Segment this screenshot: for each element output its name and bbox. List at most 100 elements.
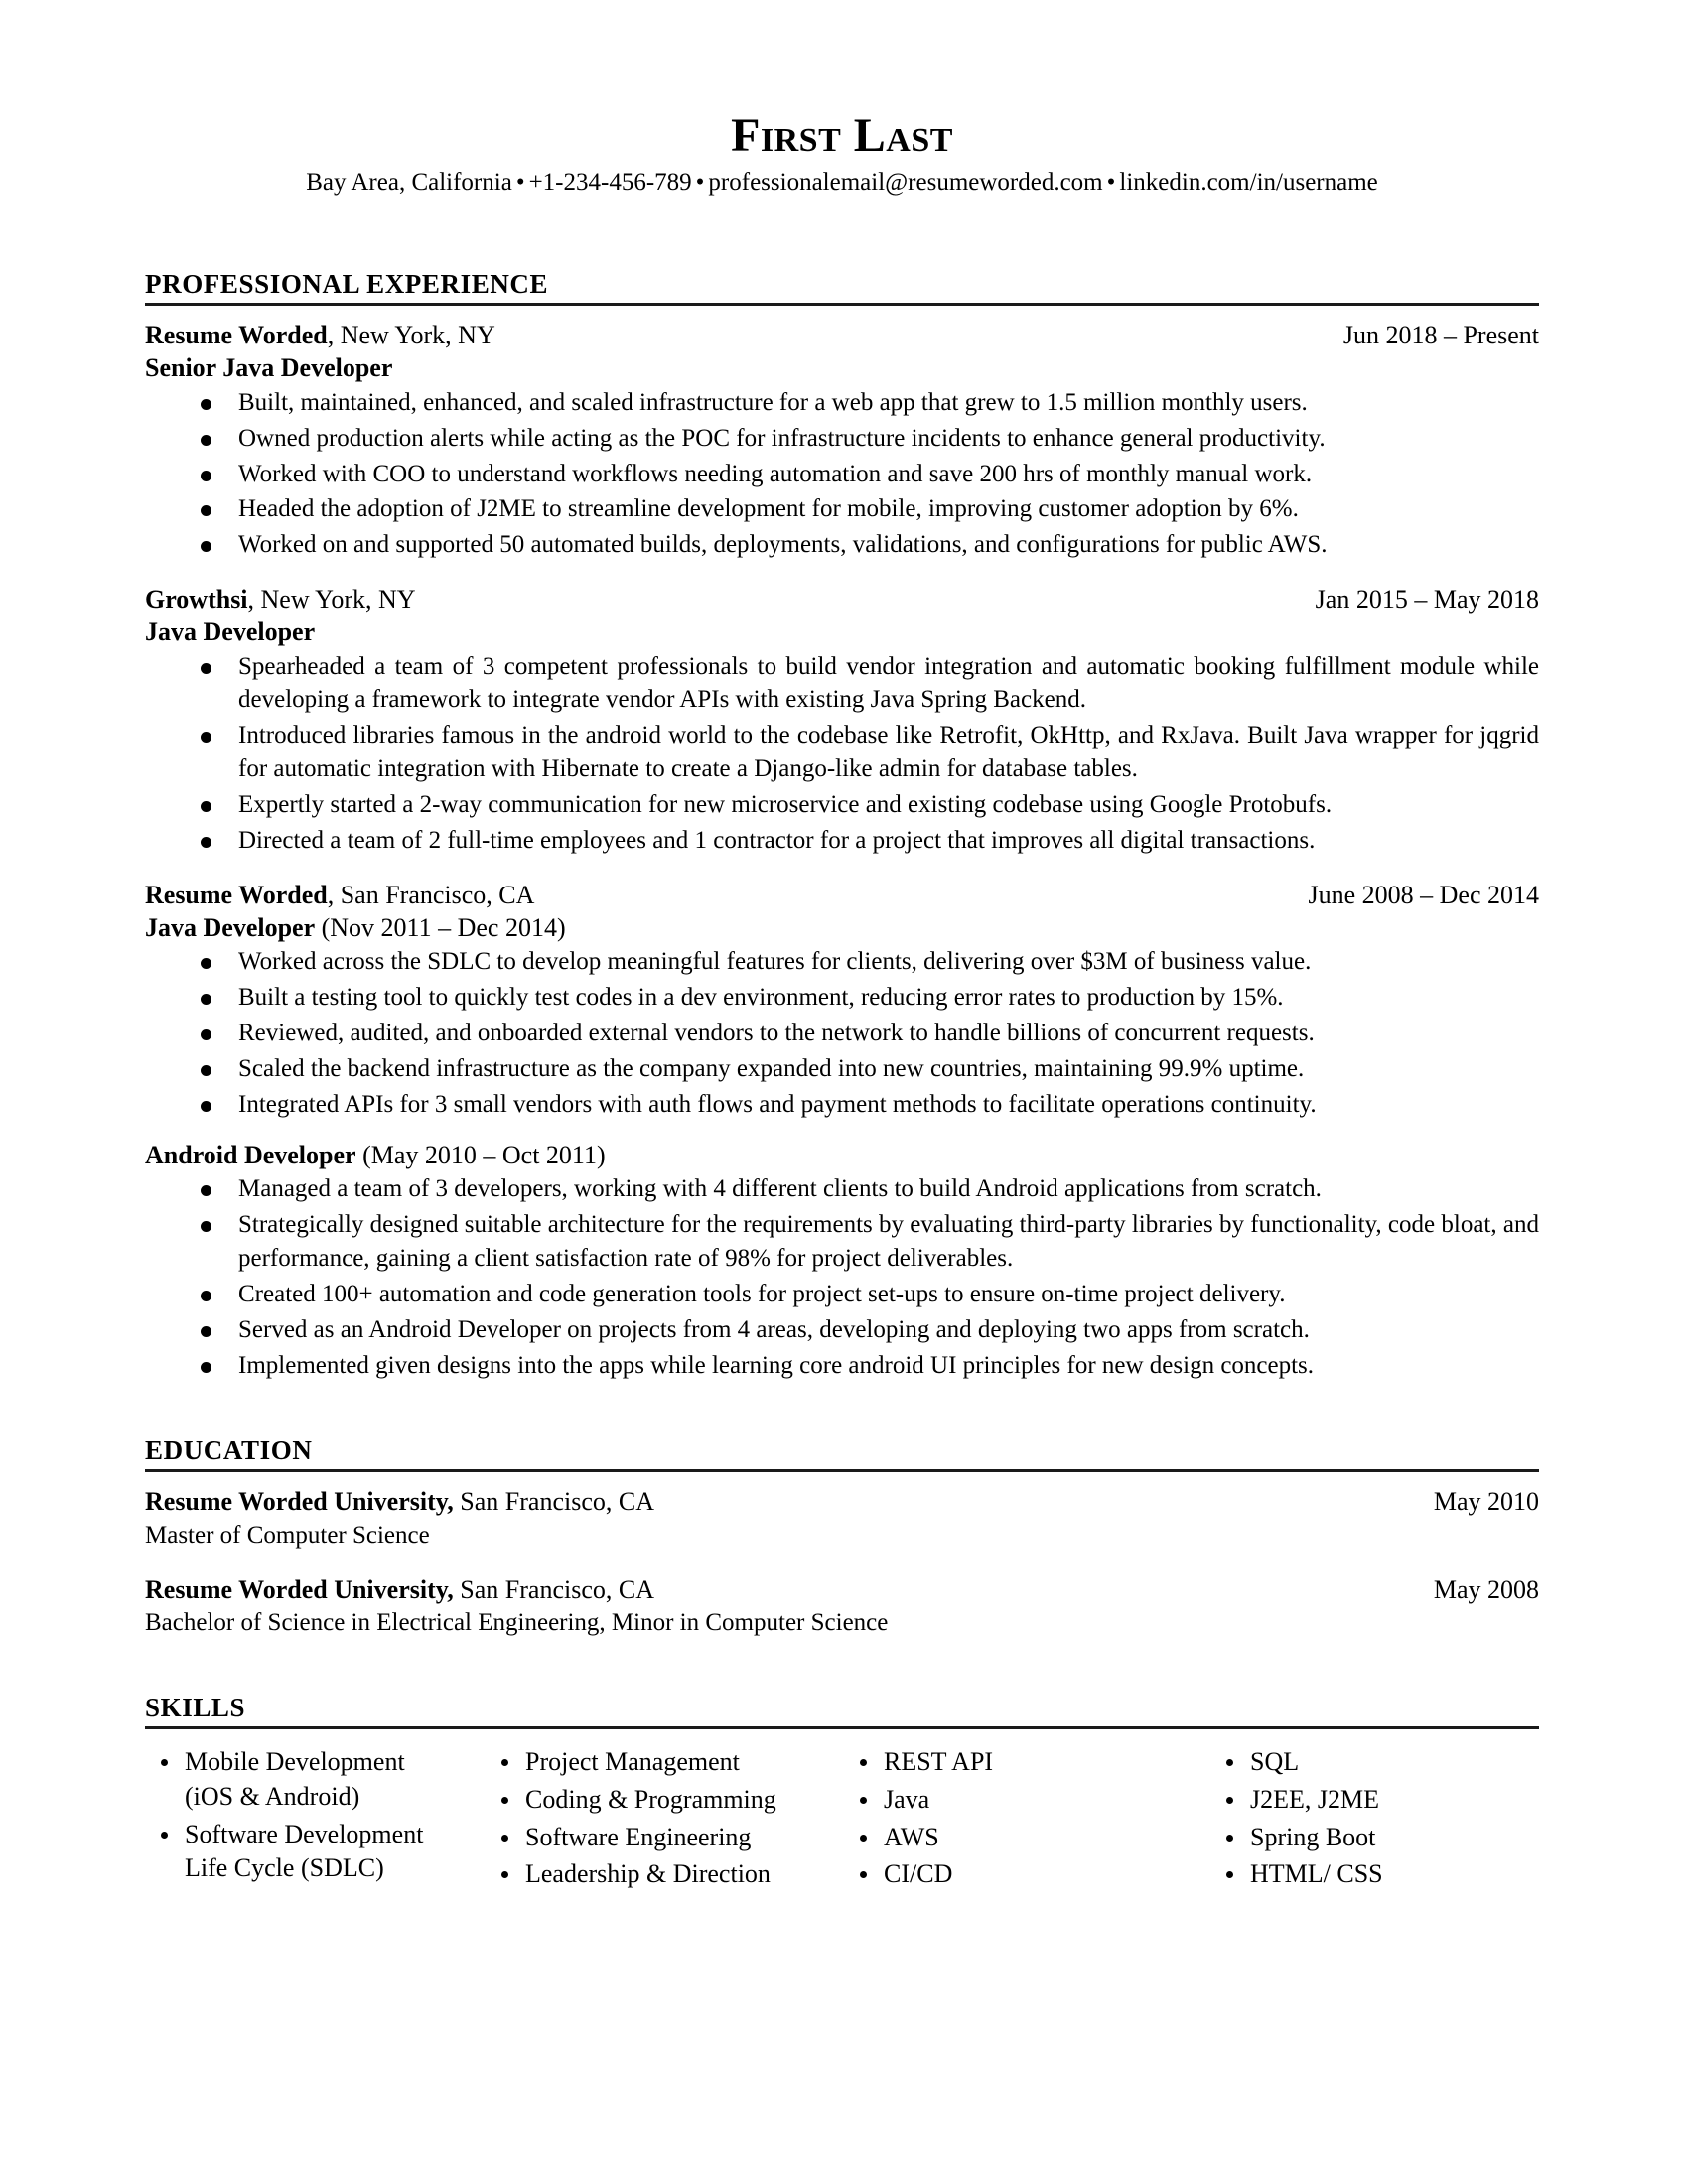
- section-title-experience: PROFESSIONAL EXPERIENCE: [145, 268, 549, 299]
- education-school: Resume Worded University,: [145, 1574, 454, 1604]
- skill-item: Spring Boot: [1224, 1821, 1529, 1855]
- experience-entry: Growthsi, New York, NY Jan 2015 – May 20…: [145, 584, 1539, 858]
- education-degree: Bachelor of Science in Electrical Engine…: [145, 1609, 889, 1637]
- contact-phone[interactable]: +1-234-456-789: [529, 169, 692, 196]
- experience-company: Resume Worded: [145, 321, 328, 350]
- skill-item: Mobile Development (iOS & Android): [159, 1745, 484, 1814]
- experience-org-line: Resume Worded, New York, NY: [145, 320, 495, 351]
- skills-list: SQL J2EE, J2ME Spring Boot HTML/ CSS: [1224, 1745, 1529, 1891]
- experience-bullet: Scaled the backend infrastructure as the…: [145, 1052, 1539, 1086]
- experience-role-title: Android Developer (May 2010 – Oct 2011): [145, 1140, 1539, 1171]
- experience-entry-header: Resume Worded, San Francisco, CA June 20…: [145, 880, 1539, 911]
- section-skills: SKILLS Mobile Development (iOS & Android)…: [145, 1692, 1539, 1895]
- skill-label: Software Development: [185, 1819, 424, 1848]
- skill-item: HTML/ CSS: [1224, 1857, 1529, 1892]
- section-rule-education: [145, 1469, 1539, 1473]
- section-title-education: EDUCATION: [145, 1434, 313, 1465]
- contact-line: Bay Area, California • +1-234-456-789 • prof…: [145, 167, 1539, 198]
- resume-content: First Last Bay Area, California • +1-234-4…: [145, 0, 1539, 1895]
- education-degree: Master of Computer Science: [145, 1522, 430, 1550]
- skill-label-continuation: Life Cycle (SDLC): [185, 1853, 384, 1883]
- experience-role-name: Java Developer: [145, 912, 316, 942]
- experience-company: Resume Worded: [145, 880, 328, 909]
- education-entry: Resume Worded University, San Francisco,…: [145, 1486, 1539, 1552]
- experience-bullet: Served as an Android Developer on projec…: [145, 1313, 1539, 1347]
- education-school: Resume Worded University,: [145, 1487, 454, 1517]
- education-entry: Resume Worded University, San Francisco,…: [145, 1574, 1539, 1640]
- skills-list: REST API Java AWS CI/CD: [858, 1745, 1181, 1891]
- experience-bullet-list: Worked across the SDLC to develop meanin…: [145, 945, 1539, 1121]
- contact-separator-1: •: [515, 169, 525, 197]
- contact-linkedin[interactable]: linkedin.com/in/username: [1119, 169, 1377, 196]
- skills-list: Project Management Coding & Programming …: [499, 1745, 832, 1891]
- experience-entry-header: Growthsi, New York, NY Jan 2015 – May 20…: [145, 584, 1539, 615]
- experience-date: June 2008 – Dec 2014: [1308, 880, 1539, 909]
- skill-label-continuation: (iOS & Android): [185, 1782, 360, 1811]
- experience-role-name: Java Developer: [145, 616, 316, 646]
- skill-item: Software Development Life Cycle (SDLC): [159, 1818, 484, 1886]
- section-education: EDUCATION Resume Worded University, San …: [145, 1434, 1539, 1640]
- experience-bullet: Worked across the SDLC to develop meanin…: [145, 945, 1539, 979]
- contact-email[interactable]: professionalemail@resumeworded.com: [708, 169, 1102, 196]
- skill-item: Java: [858, 1783, 1181, 1818]
- experience-bullet: Directed a team of 2 full-time employees…: [145, 824, 1539, 858]
- contact-separator-2: •: [695, 169, 705, 197]
- skill-item: Software Engineering: [499, 1821, 832, 1855]
- resume-header: First Last Bay Area, California • +1-234-4…: [145, 109, 1539, 199]
- skill-item: J2EE, J2ME: [1224, 1783, 1529, 1818]
- contact-location: Bay Area, California: [306, 169, 512, 197]
- experience-bullet: Spearheaded a team of 3 competent profes…: [145, 650, 1539, 718]
- skill-item: Coding & Programming: [499, 1783, 832, 1818]
- section-title-skills: SKILLS: [145, 1692, 246, 1722]
- skills-column: Mobile Development (iOS & Android) Softwa…: [145, 1745, 493, 1894]
- experience-bullet: Headed the adoption of J2ME to streamlin…: [145, 492, 1539, 526]
- skills-column: SQL J2EE, J2ME Spring Boot HTML/ CSS: [1191, 1745, 1539, 1894]
- skill-item: REST API: [858, 1745, 1181, 1780]
- candidate-name: First Last: [731, 109, 953, 162]
- skills-list: Mobile Development (iOS & Android) Softwa…: [159, 1745, 484, 1885]
- experience-date: Jan 2015 – May 2018: [1315, 585, 1539, 614]
- skill-item: AWS: [858, 1821, 1181, 1855]
- experience-bullet-list: Spearheaded a team of 3 competent profes…: [145, 650, 1539, 858]
- experience-bullet: Integrated APIs for 3 small vendors with…: [145, 1088, 1539, 1122]
- skill-item: CI/CD: [858, 1857, 1181, 1892]
- education-location: San Francisco, CA: [453, 1574, 654, 1604]
- experience-org-line: Growthsi, New York, NY: [145, 584, 416, 615]
- education-school-line: Resume Worded University, San Francisco,…: [145, 1486, 654, 1518]
- skills-column: REST API Java AWS CI/CD: [842, 1745, 1191, 1894]
- experience-bullet: Managed a team of 3 developers, working …: [145, 1172, 1539, 1206]
- education-date: May 2008: [1433, 1574, 1539, 1604]
- education-location: San Francisco, CA: [453, 1487, 654, 1517]
- section-rule-experience: [145, 303, 1539, 307]
- experience-location: , New York, NY: [247, 585, 416, 614]
- experience-entry-header: Resume Worded, New York, NY Jun 2018 – P…: [145, 320, 1539, 351]
- skill-item: Leadership & Direction: [499, 1857, 832, 1892]
- experience-entry: Resume Worded, San Francisco, CA June 20…: [145, 880, 1539, 1383]
- experience-bullet: Worked with COO to understand workflows …: [145, 458, 1539, 491]
- experience-role-title: Java Developer (Nov 2011 – Dec 2014): [145, 912, 1539, 944]
- experience-bullet: Owned production alerts while acting as …: [145, 422, 1539, 456]
- experience-date: Jun 2018 – Present: [1342, 321, 1539, 350]
- experience-bullet-list: Built, maintained, enhanced, and scaled …: [145, 386, 1539, 562]
- resume-page: First Last Bay Area, California • +1-234-4…: [0, 0, 1688, 2184]
- experience-location: , San Francisco, CA: [327, 880, 535, 909]
- experience-role-span: (May 2010 – Oct 2011): [355, 1140, 606, 1169]
- experience-bullet: Expertly started a 2-way communication f…: [145, 788, 1539, 822]
- experience-bullet: Introduced libraries famous in the andro…: [145, 719, 1539, 786]
- experience-bullet: Built a testing tool to quickly test cod…: [145, 981, 1539, 1015]
- skill-label: Mobile Development: [185, 1747, 405, 1777]
- experience-bullet: Built, maintained, enhanced, and scaled …: [145, 386, 1539, 420]
- education-date: May 2010: [1433, 1487, 1539, 1517]
- experience-bullet: Created 100+ automation and code generat…: [145, 1278, 1539, 1311]
- section-rule-skills: [145, 1726, 1539, 1730]
- experience-bullet: Reviewed, audited, and onboarded externa…: [145, 1017, 1539, 1050]
- experience-role-name: Android Developer: [145, 1140, 356, 1169]
- experience-bullet: Implemented given designs into the apps …: [145, 1349, 1539, 1383]
- experience-role-name: Senior Java Developer: [145, 353, 393, 383]
- education-entry-header: Resume Worded University, San Francisco,…: [145, 1486, 1539, 1518]
- contact-separator-3: •: [1106, 169, 1116, 197]
- experience-role-span: (Nov 2011 – Dec 2014): [315, 912, 566, 942]
- experience-bullet: Worked on and supported 50 automated bui…: [145, 528, 1539, 562]
- experience-company: Growthsi: [145, 585, 248, 614]
- education-entry-header: Resume Worded University, San Francisco,…: [145, 1574, 1539, 1606]
